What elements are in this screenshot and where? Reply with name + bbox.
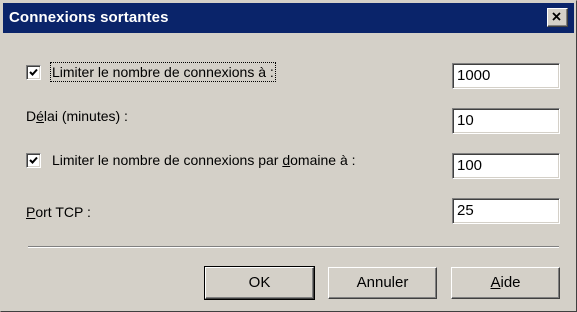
- limit-connections-checkbox[interactable]: [26, 65, 41, 80]
- limit-per-domain-label[interactable]: Limiter le nombre de connexions par doma…: [52, 152, 356, 168]
- limit-per-domain-checkbox[interactable]: [26, 153, 41, 168]
- timeout-input[interactable]: 10: [452, 108, 560, 134]
- close-button[interactable]: [547, 8, 568, 27]
- separator: [28, 246, 559, 248]
- cancel-button[interactable]: Annuler: [328, 267, 437, 299]
- help-button[interactable]: Aide: [451, 267, 560, 299]
- limit-connections-input[interactable]: 1000: [452, 63, 560, 89]
- limit-per-domain-input[interactable]: 100: [452, 153, 560, 179]
- timeout-label: Délai (minutes) :: [26, 108, 128, 124]
- close-icon: [552, 12, 561, 21]
- tcp-port-input[interactable]: 25: [452, 198, 560, 224]
- limit-connections-label[interactable]: Limiter le nombre de connexions à :: [50, 62, 276, 82]
- checkmark-icon: [29, 68, 38, 76]
- dialog-title: Connexions sortantes: [9, 9, 169, 26]
- dialog-window: Connexions sortantes Limiter le nombre d…: [0, 0, 577, 312]
- title-bar[interactable]: Connexions sortantes: [3, 3, 574, 33]
- checkmark-icon: [29, 156, 38, 164]
- tcp-port-label: Port TCP :: [26, 204, 91, 220]
- ok-button[interactable]: OK: [204, 266, 315, 300]
